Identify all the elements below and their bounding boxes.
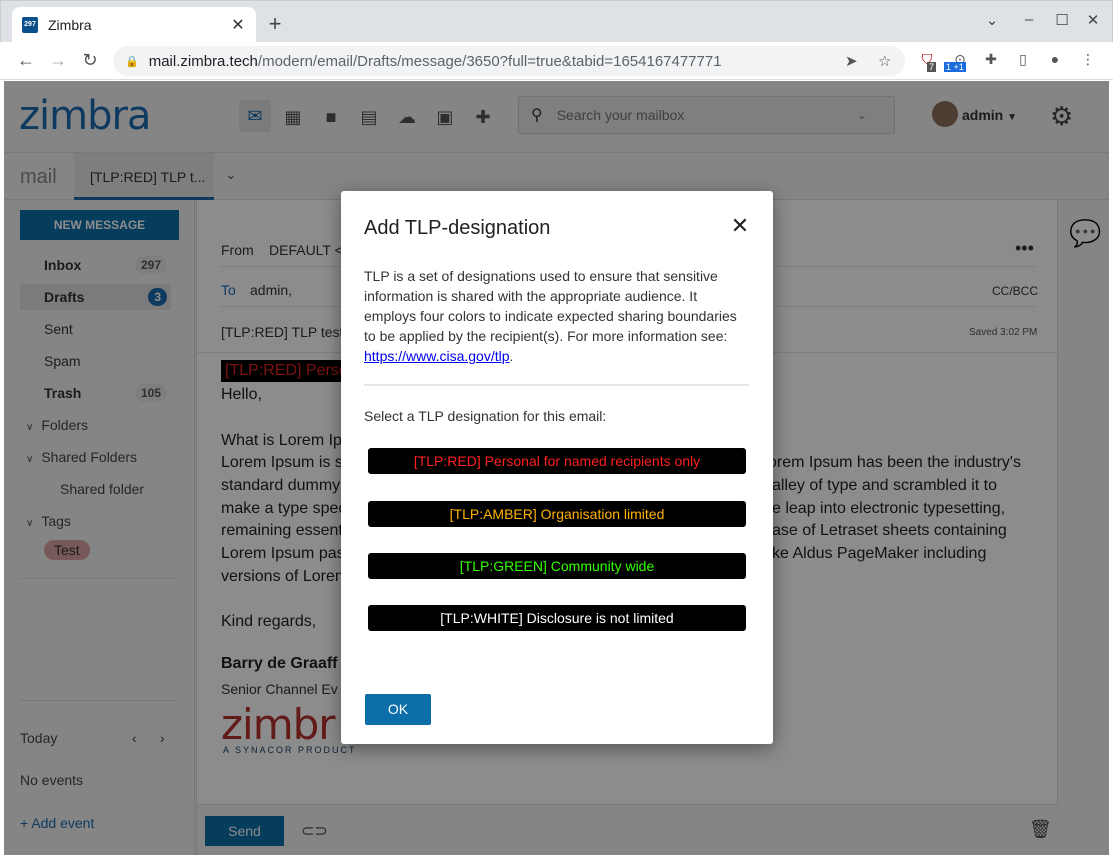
extension-badge: 7 xyxy=(927,62,937,72)
reload-icon[interactable]: ↻ xyxy=(79,50,101,71)
close-icon[interactable]: ✕ xyxy=(729,213,751,239)
lock-icon: 🔒 xyxy=(125,55,139,68)
minimize-icon[interactable]: – xyxy=(1020,11,1038,28)
divider xyxy=(364,384,749,386)
browser-toolbar: ← → ↻ 🔒 mail.zimbra.tech/modern/email/Dr… xyxy=(0,42,1113,80)
send-icon[interactable]: ➤ xyxy=(845,52,858,70)
puzzle-extensions-icon[interactable]: ✚ xyxy=(980,51,1002,71)
dialog-title: Add TLP-designation xyxy=(364,217,551,239)
menu-dots-icon[interactable]: ⋮ xyxy=(1077,51,1099,71)
new-tab-icon[interactable]: + xyxy=(264,11,286,37)
tlp-green-button[interactable]: [TLP:GREEN] Community wide xyxy=(368,553,746,579)
side-panel-icon[interactable]: ▯ xyxy=(1012,51,1034,71)
cisa-tlp-link[interactable]: https://www.cisa.gov/tlp xyxy=(364,348,510,364)
zimbra-favicon-icon: 297 xyxy=(22,17,38,33)
description-end: . xyxy=(509,348,514,364)
dialog-prompt: Select a TLP designation for this email: xyxy=(364,408,607,424)
tlp-amber-button[interactable]: [TLP:AMBER] Organisation limited xyxy=(368,501,746,527)
dialog-description: TLP is a set of designations used to ens… xyxy=(364,266,749,366)
close-window-icon[interactable]: ✕ xyxy=(1084,11,1102,29)
browser-tab-title: Zimbra xyxy=(48,17,92,33)
tlp-dialog: Add TLP-designation ✕ TLP is a set of de… xyxy=(341,191,773,744)
address-bar[interactable]: 🔒 mail.zimbra.tech/modern/email/Drafts/m… xyxy=(113,46,905,76)
description-text: TLP is a set of designations used to ens… xyxy=(364,268,737,344)
url-host: mail.zimbra.tech xyxy=(148,52,258,70)
ok-button[interactable]: OK xyxy=(365,694,431,725)
back-arrow-icon[interactable]: ← xyxy=(15,50,37,71)
url-path: /modern/email/Drafts/message/3650?full=t… xyxy=(257,52,722,70)
profile-icon[interactable]: ● xyxy=(1044,51,1066,71)
close-tab-icon[interactable]: ✕ xyxy=(230,15,246,35)
extension-badge-2: 1 +1 xyxy=(944,62,966,72)
tab-search-chevron-icon[interactable]: ⌄ xyxy=(983,11,1001,29)
tlp-red-button[interactable]: [TLP:RED] Personal for named recipients … xyxy=(368,448,746,474)
bookmark-star-icon[interactable]: ☆ xyxy=(878,52,891,70)
tlp-white-button[interactable]: [TLP:WHITE] Disclosure is not limited xyxy=(368,605,746,631)
browser-tab[interactable]: 297 Zimbra ✕ xyxy=(12,7,256,43)
forward-arrow-icon[interactable]: → xyxy=(47,50,69,71)
maximize-icon[interactable]: ☐ xyxy=(1053,11,1071,29)
browser-tabstrip: 297 Zimbra ✕ + ⌄ – ☐ ✕ xyxy=(0,0,1113,43)
